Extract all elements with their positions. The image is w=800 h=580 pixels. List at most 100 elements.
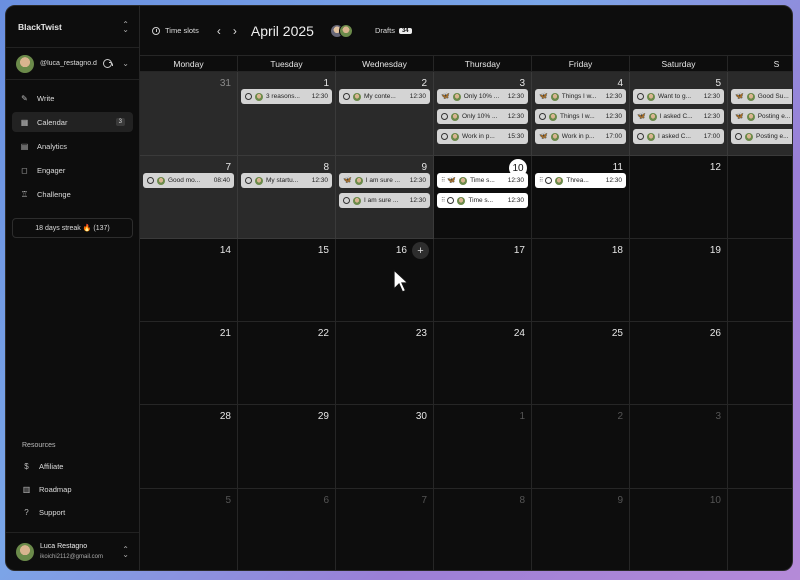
calendar-day-cell[interactable]: 28 [140,405,238,489]
add-post-button[interactable]: + [412,242,429,259]
drag-handle-icon[interactable]: ⠿ [441,197,446,204]
calendar-day-cell[interactable]: 29 [238,405,336,489]
calendar-day-cell[interactable]: 5 Want to g... 12:30 🦋 I asked C... 12:30 I as… [630,72,728,156]
calendar-day-cell[interactable]: 1 [434,405,532,489]
calendar-day-cell[interactable]: 23 [336,322,434,405]
calendar-day-cell[interactable]: 25 [532,322,630,405]
calendar-day-cell[interactable]: 7 Good mo... 08:40 [140,156,238,239]
calendar-day-cell[interactable]: 17 [434,239,532,322]
calendar-day-cell[interactable]: 13 [728,156,792,239]
scheduled-post[interactable]: Good mo... 08:40 [143,173,234,188]
scheduled-post[interactable]: Want to g... 12:30 [633,89,724,104]
date-number: 6 [323,495,329,506]
calendar-day-cell[interactable]: 8 [434,489,532,570]
calendar-main: Time slots ‹ › April 2025 Drafts 34 Mond… [140,6,792,570]
avatar [451,112,459,121]
scheduled-post[interactable]: 🦋 I am sure ... 12:30 [339,173,430,188]
calendar-day-cell[interactable]: 2 My conte... 12:30 [336,72,434,156]
calendar-day-cell[interactable]: 20 [728,239,792,322]
scheduled-post[interactable]: Only 10% ... 12:30 [437,109,528,124]
avatar [452,92,461,101]
calendar-day-cell[interactable]: 3 🦋 Only 10% ... 12:30 Only 10% ... 12:30 Work… [434,72,532,156]
calendar-day-cell[interactable]: 14 [140,239,238,322]
scheduled-post[interactable]: Posting e... [731,129,792,144]
scheduled-post[interactable]: 🦋 Work in p... 17:00 [535,129,626,144]
resource-affiliate[interactable]: $ Affiliate [6,455,139,478]
post-preview-text: Only 10% ... [462,113,498,120]
calendar-day-cell[interactable]: 5 [140,489,238,570]
account-avatars[interactable] [329,23,353,38]
user-menu[interactable]: Luca Restagno ikoichi2112@gmail.com ⌃ ⌄ [6,532,139,570]
scheduled-post[interactable]: 🦋 Things I w... 12:30 [535,89,626,104]
scheduled-post[interactable]: Work in p... 15:30 [437,129,528,144]
calendar-day-cell[interactable]: 10 ⠿ 🦋 Time s... 12:30 ⠿ Time s... 12:30 [434,156,532,239]
calendar-day-cell[interactable]: 6 [238,489,336,570]
calendar-day-cell[interactable]: 2 [532,405,630,489]
nav-item-calendar[interactable]: ▦ Calendar 3 [12,112,133,132]
calendar-day-cell[interactable]: 9 [532,489,630,570]
scheduled-post[interactable]: I am sure ... 12:30 [339,193,430,208]
calendar-day-cell[interactable]: 22 [238,322,336,405]
scheduled-post[interactable]: ⠿ Time s... 12:30 [437,193,528,208]
drag-handle-icon[interactable]: ⠿ [539,177,544,184]
scheduled-post[interactable]: I asked C... 17:00 [633,129,724,144]
calendar-day-cell[interactable]: 11 [728,489,792,570]
nav-item-analytics[interactable]: ▤ Analytics [12,136,133,156]
calendar-day-cell[interactable]: 26 [630,322,728,405]
scheduled-post[interactable]: 🦋 Only 10% ... 12:30 [437,89,528,104]
streak-badge[interactable]: 18 days streak 🔥 (137) [12,218,133,238]
calendar-day-cell[interactable]: 12 [630,156,728,239]
date-number: 2 [617,411,623,422]
calendar-day-cell[interactable]: 8 My startu... 12:30 [238,156,336,239]
calendar-day-cell[interactable]: 10 [630,489,728,570]
workspace-switcher[interactable]: BlackTwist ⌃ ⌄ [6,6,139,48]
scheduled-post[interactable]: Things I w... 12:30 [535,109,626,124]
nav-item-engager[interactable]: ◻ Engager [12,160,133,180]
account-switcher[interactable]: @luca_restagno.dev ⌄ [6,48,139,80]
scheduled-post[interactable]: 🦋 Good Su... [731,89,792,104]
scheduled-post[interactable]: ⠿ 🦋 Time s... 12:30 [437,173,528,188]
time-slots-button[interactable]: Time slots [152,26,199,35]
calendar-day-cell[interactable]: 11 ⠿ Threa... 12:30 [532,156,630,239]
scheduled-post[interactable]: 🦋 Posting e... [731,109,792,124]
scheduled-post[interactable]: My startu... 12:30 [241,173,332,188]
calendar-day-cell[interactable]: 9 🦋 I am sure ... 12:30 I am sure ... 12:30 [336,156,434,239]
calendar-day-cell[interactable]: 27 [728,322,792,405]
date-number: 5 [225,495,231,506]
resources-section: Resources $ Affiliate ▥ Roadmap ? Suppor… [6,442,139,524]
calendar-day-cell[interactable]: 4 [728,405,792,489]
calendar-day-cell[interactable]: 1 3 reasons... 12:30 [238,72,336,156]
scheduled-post[interactable]: 3 reasons... 12:30 [241,89,332,104]
calendar-day-cell[interactable]: 18 [532,239,630,322]
calendar-day-cell[interactable]: 7 [336,489,434,570]
calendar-day-cell[interactable]: 24 [434,322,532,405]
scheduled-post[interactable]: ⠿ Threa... 12:30 [535,173,626,188]
scheduled-post[interactable]: 🦋 I asked C... 12:30 [633,109,724,124]
scheduled-post[interactable]: My conte... 12:30 [339,89,430,104]
post-time: 17:00 [605,133,622,140]
post-time: 12:30 [409,93,426,100]
next-month-button[interactable]: › [233,24,237,38]
calendar-day-cell[interactable]: 3 [630,405,728,489]
calendar-day-cell[interactable]: +16 [336,239,434,322]
date-number: 9 [421,162,427,173]
calendar-day-cell[interactable]: 31 [140,72,238,156]
resource-label: Support [39,508,66,517]
calendar-day-cell[interactable]: 4 🦋 Things I w... 12:30 Things I w... 12:30 🦋 W… [532,72,630,156]
threads-icon [103,59,114,68]
calendar-day-cell[interactable]: 21 [140,322,238,405]
calendar-day-cell[interactable]: 30 [336,405,434,489]
drafts-button[interactable]: Drafts 34 [375,26,412,35]
mouse-pointer-icon [393,269,409,293]
bluesky-icon: 🦋 [447,176,457,184]
nav-item-challenge[interactable]: ♖ Challenge [12,184,133,204]
resource-roadmap[interactable]: ▥ Roadmap [6,478,139,501]
calendar-day-cell[interactable]: 19 [630,239,728,322]
calendar-day-cell[interactable]: 15 [238,239,336,322]
calendar-day-cell[interactable]: 6🦋Good Su...🦋Posting e...Posting e... [728,72,792,156]
resource-support[interactable]: ? Support [6,501,139,524]
prev-month-button[interactable]: ‹ [217,24,221,38]
threads-icon [447,197,455,204]
nav-item-write[interactable]: ✎ Write [12,88,133,108]
drag-handle-icon[interactable]: ⠿ [441,177,446,184]
